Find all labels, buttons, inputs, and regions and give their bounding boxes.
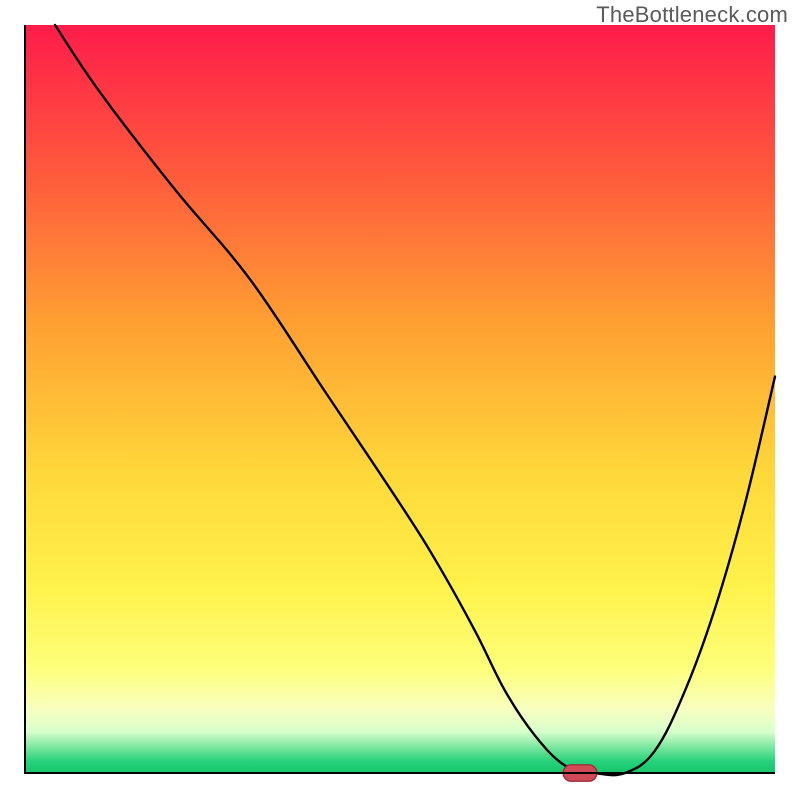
- plot-background: [25, 25, 775, 773]
- bottleneck-chart: TheBottleneck.com: [0, 0, 800, 800]
- watermark-text: TheBottleneck.com: [596, 2, 788, 28]
- chart-svg: [0, 0, 800, 800]
